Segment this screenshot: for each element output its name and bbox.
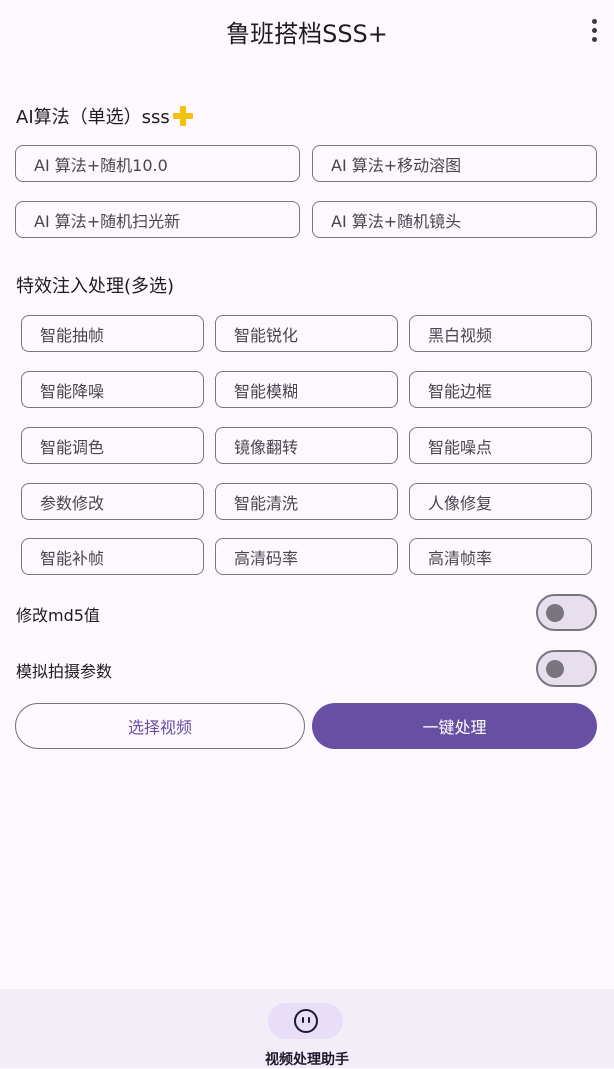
effect-option[interactable]: 黑白视频 <box>409 315 592 352</box>
select-video-button[interactable]: 选择视频 <box>15 703 305 749</box>
toggle-md5-switch[interactable] <box>536 594 597 631</box>
nav-item-video-assistant[interactable] <box>268 1003 343 1039</box>
app-title: 鲁班搭档SSS+ <box>226 20 388 48</box>
effect-option[interactable]: 高清帧率 <box>409 538 592 575</box>
more-vert-icon[interactable] <box>580 12 608 48</box>
algorithm-option[interactable]: AI 算法+移动溶图 <box>312 145 597 182</box>
algorithm-option[interactable]: AI 算法+随机扫光新 <box>15 201 300 238</box>
algorithm-option[interactable]: AI 算法+随机10.0 <box>15 145 300 182</box>
effect-option[interactable]: 高清码率 <box>215 538 398 575</box>
app-bar: 鲁班搭档SSS+ <box>0 0 614 62</box>
switch-knob <box>546 660 564 678</box>
effect-option[interactable]: 人像修复 <box>409 483 592 520</box>
effect-option[interactable]: 智能模糊 <box>215 371 398 408</box>
toggle-md5-label: 修改md5值 <box>16 606 100 625</box>
face-icon <box>293 1009 318 1033</box>
nav-item-label: 视频处理助手 <box>265 1052 349 1068</box>
effect-option[interactable]: 智能边框 <box>409 371 592 408</box>
effect-option[interactable]: 参数修改 <box>21 483 204 520</box>
toggle-shoot-params-switch[interactable] <box>536 650 597 687</box>
toggle-shoot-params-label: 模拟拍摄参数 <box>16 662 113 681</box>
bottom-navigation: 视频处理助手 <box>0 989 614 1068</box>
effect-option[interactable]: 智能降噪 <box>21 371 204 408</box>
effect-option[interactable]: 智能抽帧 <box>21 315 204 352</box>
effect-option[interactable]: 智能补帧 <box>21 538 204 575</box>
plus-icon <box>172 105 194 127</box>
algorithm-option[interactable]: AI 算法+随机镜头 <box>312 201 597 238</box>
effect-option[interactable]: 镜像翻转 <box>215 427 398 464</box>
effect-option[interactable]: 智能噪点 <box>409 427 592 464</box>
switch-knob <box>546 604 564 622</box>
algorithm-section-label: AI算法（单选）sss <box>16 107 170 128</box>
effect-option[interactable]: 智能锐化 <box>215 315 398 352</box>
process-button[interactable]: 一键处理 <box>312 703 597 749</box>
effects-section-title: 特效注入处理(多选) <box>16 276 175 297</box>
effect-option[interactable]: 智能清洗 <box>215 483 398 520</box>
algorithm-section-title: AI算法（单选）sss <box>16 103 194 129</box>
effect-option[interactable]: 智能调色 <box>21 427 204 464</box>
